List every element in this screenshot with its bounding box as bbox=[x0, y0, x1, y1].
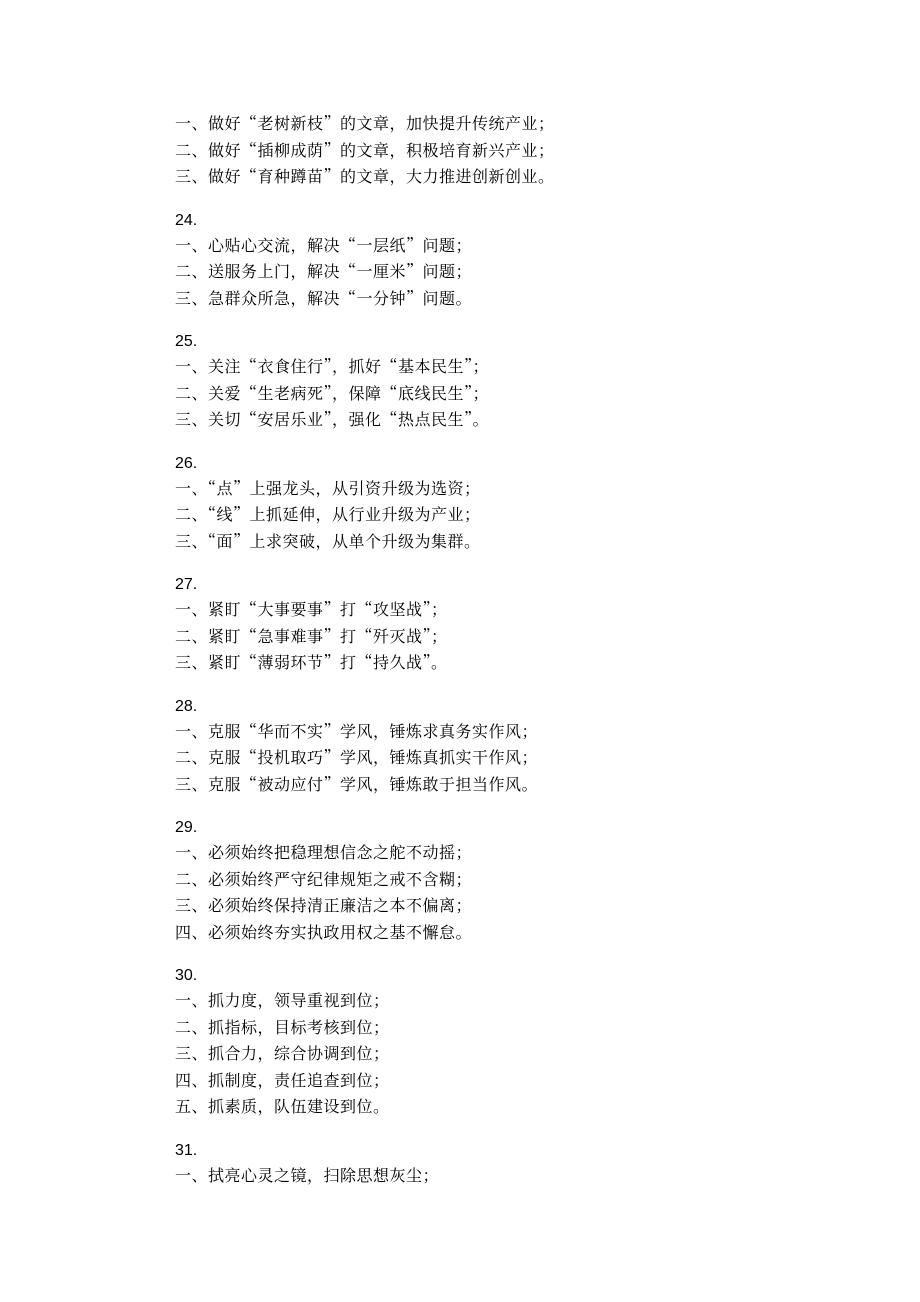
section-gap bbox=[175, 681, 920, 699]
section-gap bbox=[175, 1125, 920, 1143]
section-gap bbox=[175, 802, 920, 820]
body-line: 三、“面”上求突破，从单个升级为集群。 bbox=[175, 533, 920, 549]
body-line: 二、抓指标，目标考核到位； bbox=[175, 1019, 920, 1035]
section-number: 28. bbox=[175, 699, 920, 715]
body-line: 一、抓力度，领导重视到位； bbox=[175, 992, 920, 1008]
body-line: 二、送服务上门，解决“一厘米”问题； bbox=[175, 263, 920, 279]
section-number: 29. bbox=[175, 820, 920, 836]
body-line: 一、关注“衣食住行”，抓好“基本民生”； bbox=[175, 358, 920, 374]
body-line: 五、抓素质，队伍建设到位。 bbox=[175, 1098, 920, 1114]
body-line: 二、必须始终严守纪律规矩之戒不含糊； bbox=[175, 871, 920, 887]
body-line: 二、关爱“生老病死”，保障“底线民生”； bbox=[175, 385, 920, 401]
body-line: 二、紧盯“急事难事”打“歼灭战”； bbox=[175, 628, 920, 644]
body-line: 三、做好“育种蹲苗”的文章，大力推进创新创业。 bbox=[175, 168, 920, 184]
section-number: 31. bbox=[175, 1143, 920, 1159]
section-number: 24. bbox=[175, 213, 920, 229]
section-gap bbox=[175, 316, 920, 334]
body-line: 三、必须始终保持清正廉洁之本不偏离； bbox=[175, 897, 920, 913]
body-line: 四、必须始终夯实执政用权之基不懈怠。 bbox=[175, 924, 920, 940]
body-line: 一、做好“老树新枝”的文章，加快提升传统产业； bbox=[175, 115, 920, 131]
section-gap bbox=[175, 1193, 920, 1211]
section-gap bbox=[175, 438, 920, 456]
document-page: 一、做好“老树新枝”的文章，加快提升传统产业； 二、做好“插柳成荫”的文章，积极培… bbox=[0, 0, 920, 1302]
body-line: 一、拭亮心灵之镜，扫除思想灰尘； bbox=[175, 1167, 920, 1183]
body-line: 三、克服“被动应付”学风，锤炼敢于担当作风。 bbox=[175, 776, 920, 792]
body-line: 二、“线”上抓延伸，从行业升级为产业； bbox=[175, 506, 920, 522]
section-gap bbox=[175, 559, 920, 577]
body-line: 三、急群众所急，解决“一分钟”问题。 bbox=[175, 290, 920, 306]
body-line: 二、克服“投机取巧”学风，锤炼真抓实干作风； bbox=[175, 749, 920, 765]
body-line: 三、紧盯“薄弱环节”打“持久战”。 bbox=[175, 654, 920, 670]
body-line: 三、关切“安居乐业”，强化“热点民生”。 bbox=[175, 411, 920, 427]
body-line: 一、心贴心交流，解决“一层纸”问题； bbox=[175, 237, 920, 253]
body-line: 二、做好“插柳成荫”的文章，积极培育新兴产业； bbox=[175, 142, 920, 158]
section-number: 25. bbox=[175, 334, 920, 350]
body-line: 四、抓制度，责任追查到位； bbox=[175, 1072, 920, 1088]
section-gap bbox=[175, 195, 920, 213]
body-line: 一、紧盯“大事要事”打“攻坚战”； bbox=[175, 601, 920, 617]
body-line: 一、克服“华而不实”学风，锤炼求真务实作风； bbox=[175, 723, 920, 739]
body-line: 一、必须始终把稳理想信念之舵不动摇； bbox=[175, 844, 920, 860]
section-gap bbox=[175, 950, 920, 968]
body-line: 三、抓合力，综合协调到位； bbox=[175, 1045, 920, 1061]
body-line: 一、“点”上强龙头，从引资升级为选资； bbox=[175, 480, 920, 496]
section-number: 27. bbox=[175, 577, 920, 593]
section-number: 26. bbox=[175, 456, 920, 472]
section-number: 30. bbox=[175, 968, 920, 984]
